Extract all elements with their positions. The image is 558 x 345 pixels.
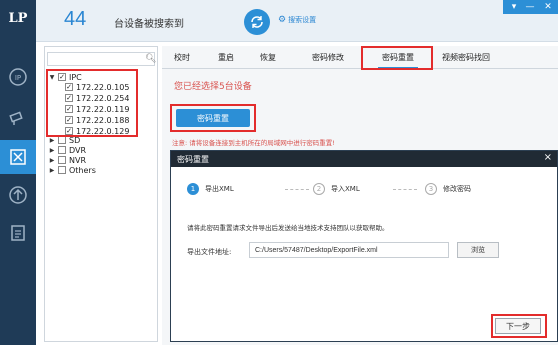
tools-icon [10,149,26,165]
app-logo: LP [8,10,28,26]
step-import-xml: 2 导入XML [313,183,360,195]
tree-node-nvr[interactable]: ▶ NVR [49,155,86,165]
highlight-box [170,104,256,132]
tab-time-sync[interactable]: 校时 [174,52,190,63]
checkbox[interactable] [58,156,66,164]
browse-button[interactable]: 浏览 [457,242,499,258]
svg-text:IP: IP [15,74,21,82]
search-settings-label: 搜索设置 [288,16,317,24]
device-count: 44 [64,8,87,30]
header-bar: 44 台设备被搜索到 ⚙ 搜索设置 ▾ — ✕ [36,0,558,42]
gear-icon: ⚙ [278,15,287,25]
upgrade-icon [9,186,27,204]
step-number: 2 [313,183,325,195]
close-window-icon[interactable]: ✕ [539,0,557,14]
tab-reboot[interactable]: 重启 [218,52,234,63]
step-connector [393,189,417,190]
step-export-xml: 1 导出XML [187,183,234,195]
dialog-title: 密码重置 [177,154,209,164]
step-number: 3 [425,183,437,195]
step-connector [285,189,309,190]
step-label: 修改密码 [443,185,471,193]
password-reset-dialog: 密码重置 × 1 导出XML 2 导入XML 3 修改密码 请将此密码重置请求文… [170,150,558,342]
tree-node-others[interactable]: ▶ Others [49,165,96,175]
dialog-title-bar: 密码重置 × [171,151,557,167]
refresh-icon [251,16,263,28]
device-tree-panel: 🔍︎ ▼ ✓ IPC ✓ 172.22.0.105 ✓ 172.22.0.254… [44,46,158,342]
ip-search-nav-button[interactable]: IP [0,60,36,94]
selected-devices-info: 您已经选择5台设备 [174,82,252,92]
document-icon [11,225,25,241]
tab-password-change[interactable]: 密码修改 [312,52,344,63]
step-label: 导出XML [205,185,234,193]
notice-text: 注意: 请将设备连接到主机所在的局域网中进行密码重置! [172,139,335,147]
tab-restore[interactable]: 恢复 [260,52,276,63]
tools-nav-button[interactable] [0,140,36,174]
minimize-icon[interactable]: — [521,0,539,14]
caret-right-icon[interactable]: ▶ [49,147,55,154]
highlight-box [491,314,547,338]
highlight-box [46,69,138,137]
instruction-text: 请将此密码重置请求文件导出后发送给当地技术支持团队以获取帮助。 [187,224,389,232]
export-path-input[interactable]: C:/Users/57487/Desktop/ExportFile.xml [249,242,449,258]
tree-node-dvr[interactable]: ▶ DVR [49,145,86,155]
tree-search-input[interactable] [47,52,155,66]
step-change-password: 3 修改密码 [425,183,471,195]
highlight-box [361,46,433,70]
checkbox[interactable] [58,136,66,144]
step-number: 1 [187,183,199,195]
tab-bar: 校时 重启 恢复 密码修改 密码重置 视频密码找回 [162,49,558,69]
refresh-button[interactable] [244,9,270,35]
search-settings-link[interactable]: ⚙ 搜索设置 [278,15,316,25]
close-icon[interactable]: × [544,152,552,163]
export-path-label: 导出文件地址: [187,248,232,256]
ip-icon: IP [9,68,27,86]
tab-video-password-recovery[interactable]: 视频密码找回 [442,52,490,63]
document-nav-button[interactable] [0,216,36,250]
caret-right-icon[interactable]: ▶ [49,167,55,174]
camera-nav-button[interactable] [0,100,36,134]
left-nav-rail: LP IP [0,0,36,345]
devices-found-label: 台设备被搜索到 [114,19,184,30]
window-controls: ▾ — ✕ [503,0,558,14]
step-label: 导入XML [331,185,360,193]
checkbox[interactable] [58,146,66,154]
checkbox[interactable] [58,166,66,174]
upgrade-nav-button[interactable] [0,178,36,212]
camera-icon [9,111,23,125]
search-icon[interactable]: 🔍︎ [145,54,156,64]
caret-right-icon[interactable]: ▶ [49,137,55,144]
caret-right-icon[interactable]: ▶ [49,157,55,164]
